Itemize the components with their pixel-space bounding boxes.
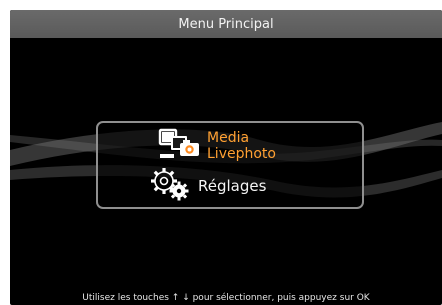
tv-screen: Menu Principal Media Livephoto Réglages …	[10, 10, 442, 305]
menu-item-media-livephoto[interactable]: Media Livephoto	[158, 127, 276, 165]
media-livephoto-icon	[158, 127, 202, 165]
menu-reglages-label: Réglages	[198, 177, 267, 195]
menu-item-reglages[interactable]: Réglages	[148, 167, 267, 205]
footer-hint: Utilisez les touches ↑ ↓ pour sélectionn…	[82, 293, 370, 303]
menu-media-label: Media	[207, 130, 250, 146]
main-menu-panel: Media Livephoto Réglages	[96, 121, 364, 209]
menu-livephoto-label: Livephoto	[207, 146, 276, 162]
settings-gears-icon	[148, 167, 192, 205]
